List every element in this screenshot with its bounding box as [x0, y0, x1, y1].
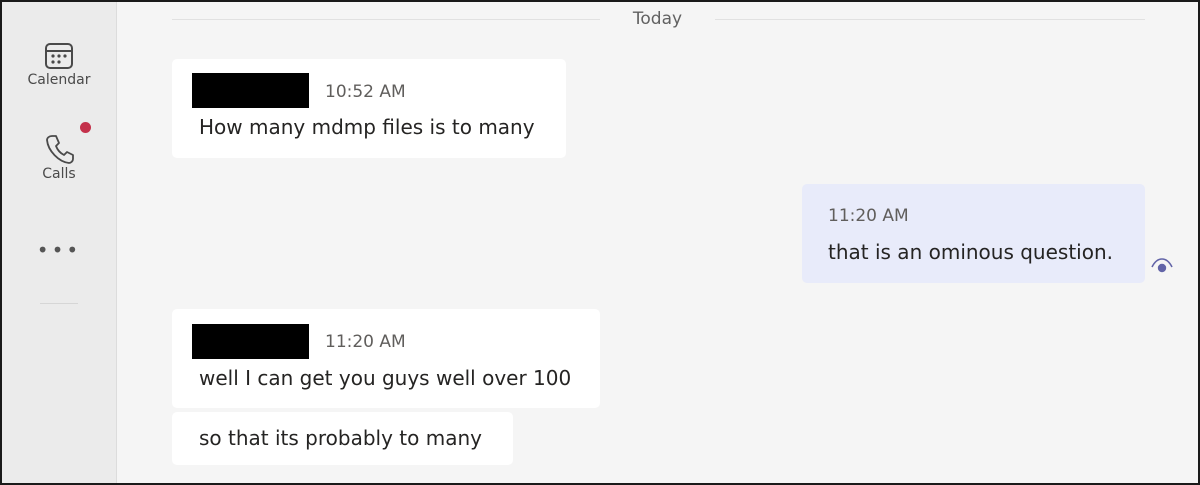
rail-item-calendar[interactable]: Calendar [2, 40, 116, 88]
more-apps-button[interactable]: ••• [2, 238, 116, 262]
redacted-sender-name [192, 73, 309, 108]
rail-label-calls: Calls [42, 166, 76, 182]
chat-pane: Today 10:52 AM How many mdmp files is to… [117, 2, 1198, 483]
message-timestamp: 10:52 AM [325, 82, 406, 102]
notification-badge [80, 122, 91, 133]
message-timestamp: 11:20 AM [325, 332, 406, 352]
message-bubble[interactable]: so that its probably to many [172, 412, 513, 465]
my-message-bubble[interactable]: 11:20 AM that is an ominous question. [802, 184, 1145, 283]
app-rail: Calendar Calls ••• [2, 2, 117, 483]
message-text: How many mdmp files is to many [199, 115, 535, 139]
day-separator-line-left [172, 19, 600, 20]
phone-icon [46, 135, 74, 164]
message-bubble[interactable]: 11:20 AM well I can get you guys well ov… [172, 309, 600, 408]
message-timestamp: 11:20 AM [828, 206, 909, 226]
message-text: so that its probably to many [199, 426, 482, 450]
calendar-icon [45, 43, 73, 69]
rail-item-calls[interactable]: Calls [2, 132, 116, 182]
day-separator: Today [632, 9, 683, 29]
day-separator-line-right [715, 19, 1145, 20]
teams-window: Calendar Calls ••• Today 10:52 AM How ma… [0, 0, 1200, 485]
rail-label-calendar: Calendar [27, 72, 91, 88]
message-text: well I can get you guys well over 100 [199, 366, 572, 390]
redacted-sender-name [192, 324, 309, 359]
seen-eye-icon [1151, 258, 1173, 273]
rail-divider [40, 303, 78, 304]
message-bubble[interactable]: 10:52 AM How many mdmp files is to many [172, 59, 566, 158]
message-text: that is an ominous question. [828, 240, 1113, 264]
